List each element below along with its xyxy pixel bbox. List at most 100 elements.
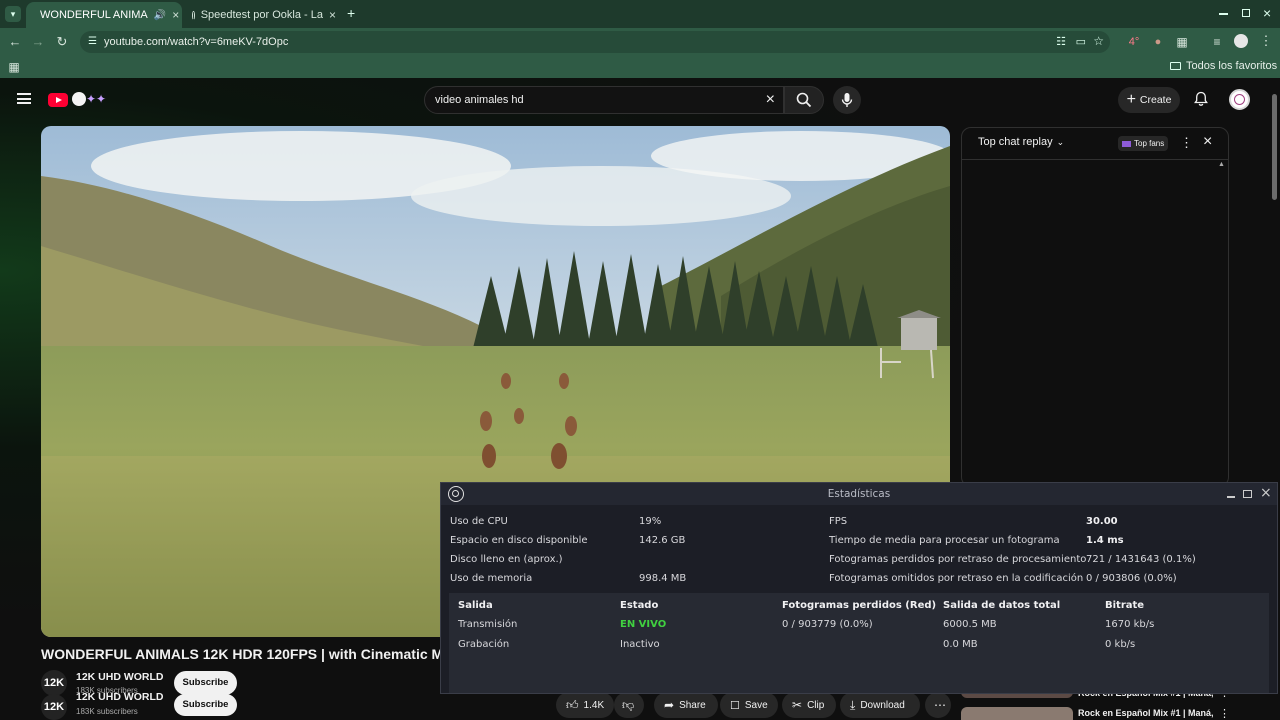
download-label: Download: [860, 699, 905, 711]
page-scrollbar[interactable]: [1272, 94, 1277, 200]
table-cell: 6000.5 MB: [943, 619, 997, 630]
share-icon: ➦: [664, 698, 675, 712]
subscriber-count: 183K subscribers: [76, 707, 138, 716]
stat-value: 19%: [639, 516, 662, 527]
profile-avatar[interactable]: [1234, 34, 1248, 48]
table-header: Salida: [458, 600, 493, 611]
address-bar[interactable]: ☰ youtube.com/watch?v=6meKV-7dOpc ☷ ▭ ☆: [80, 31, 1110, 53]
chat-more-icon[interactable]: ⋮: [1180, 135, 1193, 151]
chat-mode-dropdown[interactable]: Top chat replay ⌄: [978, 136, 1064, 148]
table-header: Salida de datos total: [943, 600, 1061, 611]
stats-maximize-icon[interactable]: [1243, 490, 1252, 498]
clip-button[interactable]: ✂ Clip: [782, 692, 836, 718]
close-tab-icon[interactable]: ×: [172, 8, 179, 22]
stat-value: 998.4 MB: [639, 573, 687, 584]
status-badge: Inactivo: [620, 639, 660, 650]
subscribe-button[interactable]: Subscribe: [174, 671, 237, 695]
more-actions-button[interactable]: ⋯: [925, 692, 951, 718]
back-icon[interactable]: ←: [7, 35, 23, 49]
bookmarks-bar: ▦ Todos los favoritos: [0, 56, 1280, 78]
speaker-icon[interactable]: 🔊: [154, 10, 166, 21]
stat-label: FPS: [829, 516, 848, 527]
stat-label: Espacio en disco disponible: [450, 535, 588, 546]
new-tab-icon[interactable]: +: [347, 6, 355, 20]
video-title: WONDERFUL ANIMALS 12K HDR 120FPS | with …: [41, 646, 441, 662]
channel-avatar[interactable]: 12K: [41, 694, 67, 720]
stats-titlebar: Estadísticas: [441, 483, 1277, 505]
reading-list-icon[interactable]: ≡: [1209, 35, 1225, 49]
translate-icon[interactable]: ☷: [1056, 35, 1066, 48]
subscribe-button[interactable]: Subscribe: [174, 694, 237, 716]
chat-title: Top chat replay: [978, 136, 1053, 148]
plus-icon: +: [1126, 91, 1136, 108]
tab-title: Speedtest por Ookla - La: [200, 9, 323, 21]
top-fans-badge[interactable]: Top fans: [1118, 136, 1169, 151]
close-tab-icon[interactable]: ×: [329, 8, 336, 22]
notifications-bell-icon[interactable]: [1193, 91, 1209, 107]
search-query-text: video animales hd: [435, 94, 524, 106]
save-button[interactable]: ☐ Save: [720, 692, 778, 718]
create-button[interactable]: + Create: [1118, 87, 1180, 113]
stats-title: Estadísticas: [827, 488, 891, 500]
voice-search-button[interactable]: [833, 86, 861, 114]
all-bookmarks-label: Todos los favoritos: [1186, 60, 1278, 72]
stat-label: Fotogramas perdidos por retraso de proce…: [829, 554, 1087, 565]
extensions-puzzle-icon[interactable]: ▦: [1174, 35, 1190, 49]
browser-tab-strip: ▾ WONDERFUL ANIMA 🔊 × Speedtest por Ookl…: [0, 0, 1280, 28]
extension-badge-icon[interactable]: 4°: [1126, 35, 1142, 49]
download-button[interactable]: ⤓ Download: [840, 692, 920, 718]
tab-speedtest[interactable]: Speedtest por Ookla - La ×: [184, 2, 344, 28]
microphone-icon: [841, 93, 853, 107]
stat-value: 0 / 903806 (0.0%): [1086, 573, 1177, 584]
related-more-icon[interactable]: ⋮: [1219, 707, 1230, 720]
tab-youtube[interactable]: WONDERFUL ANIMA 🔊 ×: [26, 2, 182, 28]
all-bookmarks-folder[interactable]: Todos los favoritos: [1170, 60, 1277, 72]
stat-value: 30.00: [1086, 516, 1118, 527]
clip-label: Clip: [807, 699, 825, 711]
apps-grid-icon[interactable]: ▦: [6, 60, 22, 74]
related-thumbnail[interactable]: [961, 707, 1073, 720]
close-window-icon[interactable]: ×: [1263, 5, 1271, 21]
stat-value: 721 / 1431643 (0.1%): [1086, 554, 1196, 565]
output-table: Salida Estado Fotogramas perdidos (Red) …: [449, 593, 1269, 693]
table-header: Fotogramas perdidos (Red): [782, 600, 937, 611]
chat-scroll-up-icon[interactable]: ▲: [1218, 161, 1225, 168]
dislike-button[interactable]: 👎︎: [614, 692, 644, 718]
search-input[interactable]: video animales hd ×: [424, 86, 784, 114]
table-header: Estado: [620, 600, 659, 611]
channel-name[interactable]: 12K UHD WORLD: [76, 671, 164, 683]
table-cell: Grabación: [458, 639, 510, 650]
stats-close-icon[interactable]: ×: [1260, 485, 1272, 501]
like-button[interactable]: 👍︎ 1.4K: [556, 692, 614, 718]
share-button[interactable]: ➦ Share: [654, 692, 718, 718]
site-info-icon[interactable]: ☰: [88, 36, 97, 47]
stats-window: Estadísticas × Uso de CPU 19% Espacio en…: [440, 482, 1278, 694]
stat-label: Fotogramas omitidos por retraso en la co…: [829, 573, 1084, 584]
extension-icon[interactable]: ●: [1150, 35, 1166, 49]
stat-label: Uso de CPU: [450, 516, 508, 527]
stats-minimize-icon[interactable]: [1227, 496, 1235, 498]
table-cell: Transmisión: [458, 619, 518, 630]
youtube-logo[interactable]: ✦✦: [48, 92, 108, 108]
search-button[interactable]: [784, 86, 824, 114]
channel-name[interactable]: 12K UHD WORLD: [76, 691, 164, 703]
minimize-icon[interactable]: [1219, 13, 1228, 15]
hamburger-menu-icon[interactable]: [17, 93, 31, 104]
restore-icon[interactable]: [1242, 9, 1250, 17]
forward-icon[interactable]: →: [30, 35, 46, 49]
top-fans-label: Top fans: [1134, 139, 1165, 148]
like-count: 1.4K: [583, 699, 605, 711]
account-avatar[interactable]: [1229, 89, 1250, 110]
bookmark-star-icon[interactable]: ☆: [1093, 34, 1104, 48]
clear-search-icon[interactable]: ×: [766, 91, 775, 109]
more-icon: ⋯: [934, 698, 946, 712]
related-title[interactable]: Rock en Español Mix #1 | Maná,: [1078, 708, 1214, 718]
table-cell: 1670 kb/s: [1105, 619, 1155, 630]
channel-avatar[interactable]: 12K: [41, 670, 67, 696]
doodle-sparkle-icon: ✦✦: [86, 92, 107, 106]
reload-icon[interactable]: ↻: [54, 35, 70, 49]
tab-search-button[interactable]: ▾: [5, 6, 21, 22]
browser-menu-icon[interactable]: ⋮: [1258, 34, 1274, 48]
close-chat-icon[interactable]: ×: [1203, 133, 1212, 151]
install-icon[interactable]: ▭: [1076, 35, 1086, 48]
